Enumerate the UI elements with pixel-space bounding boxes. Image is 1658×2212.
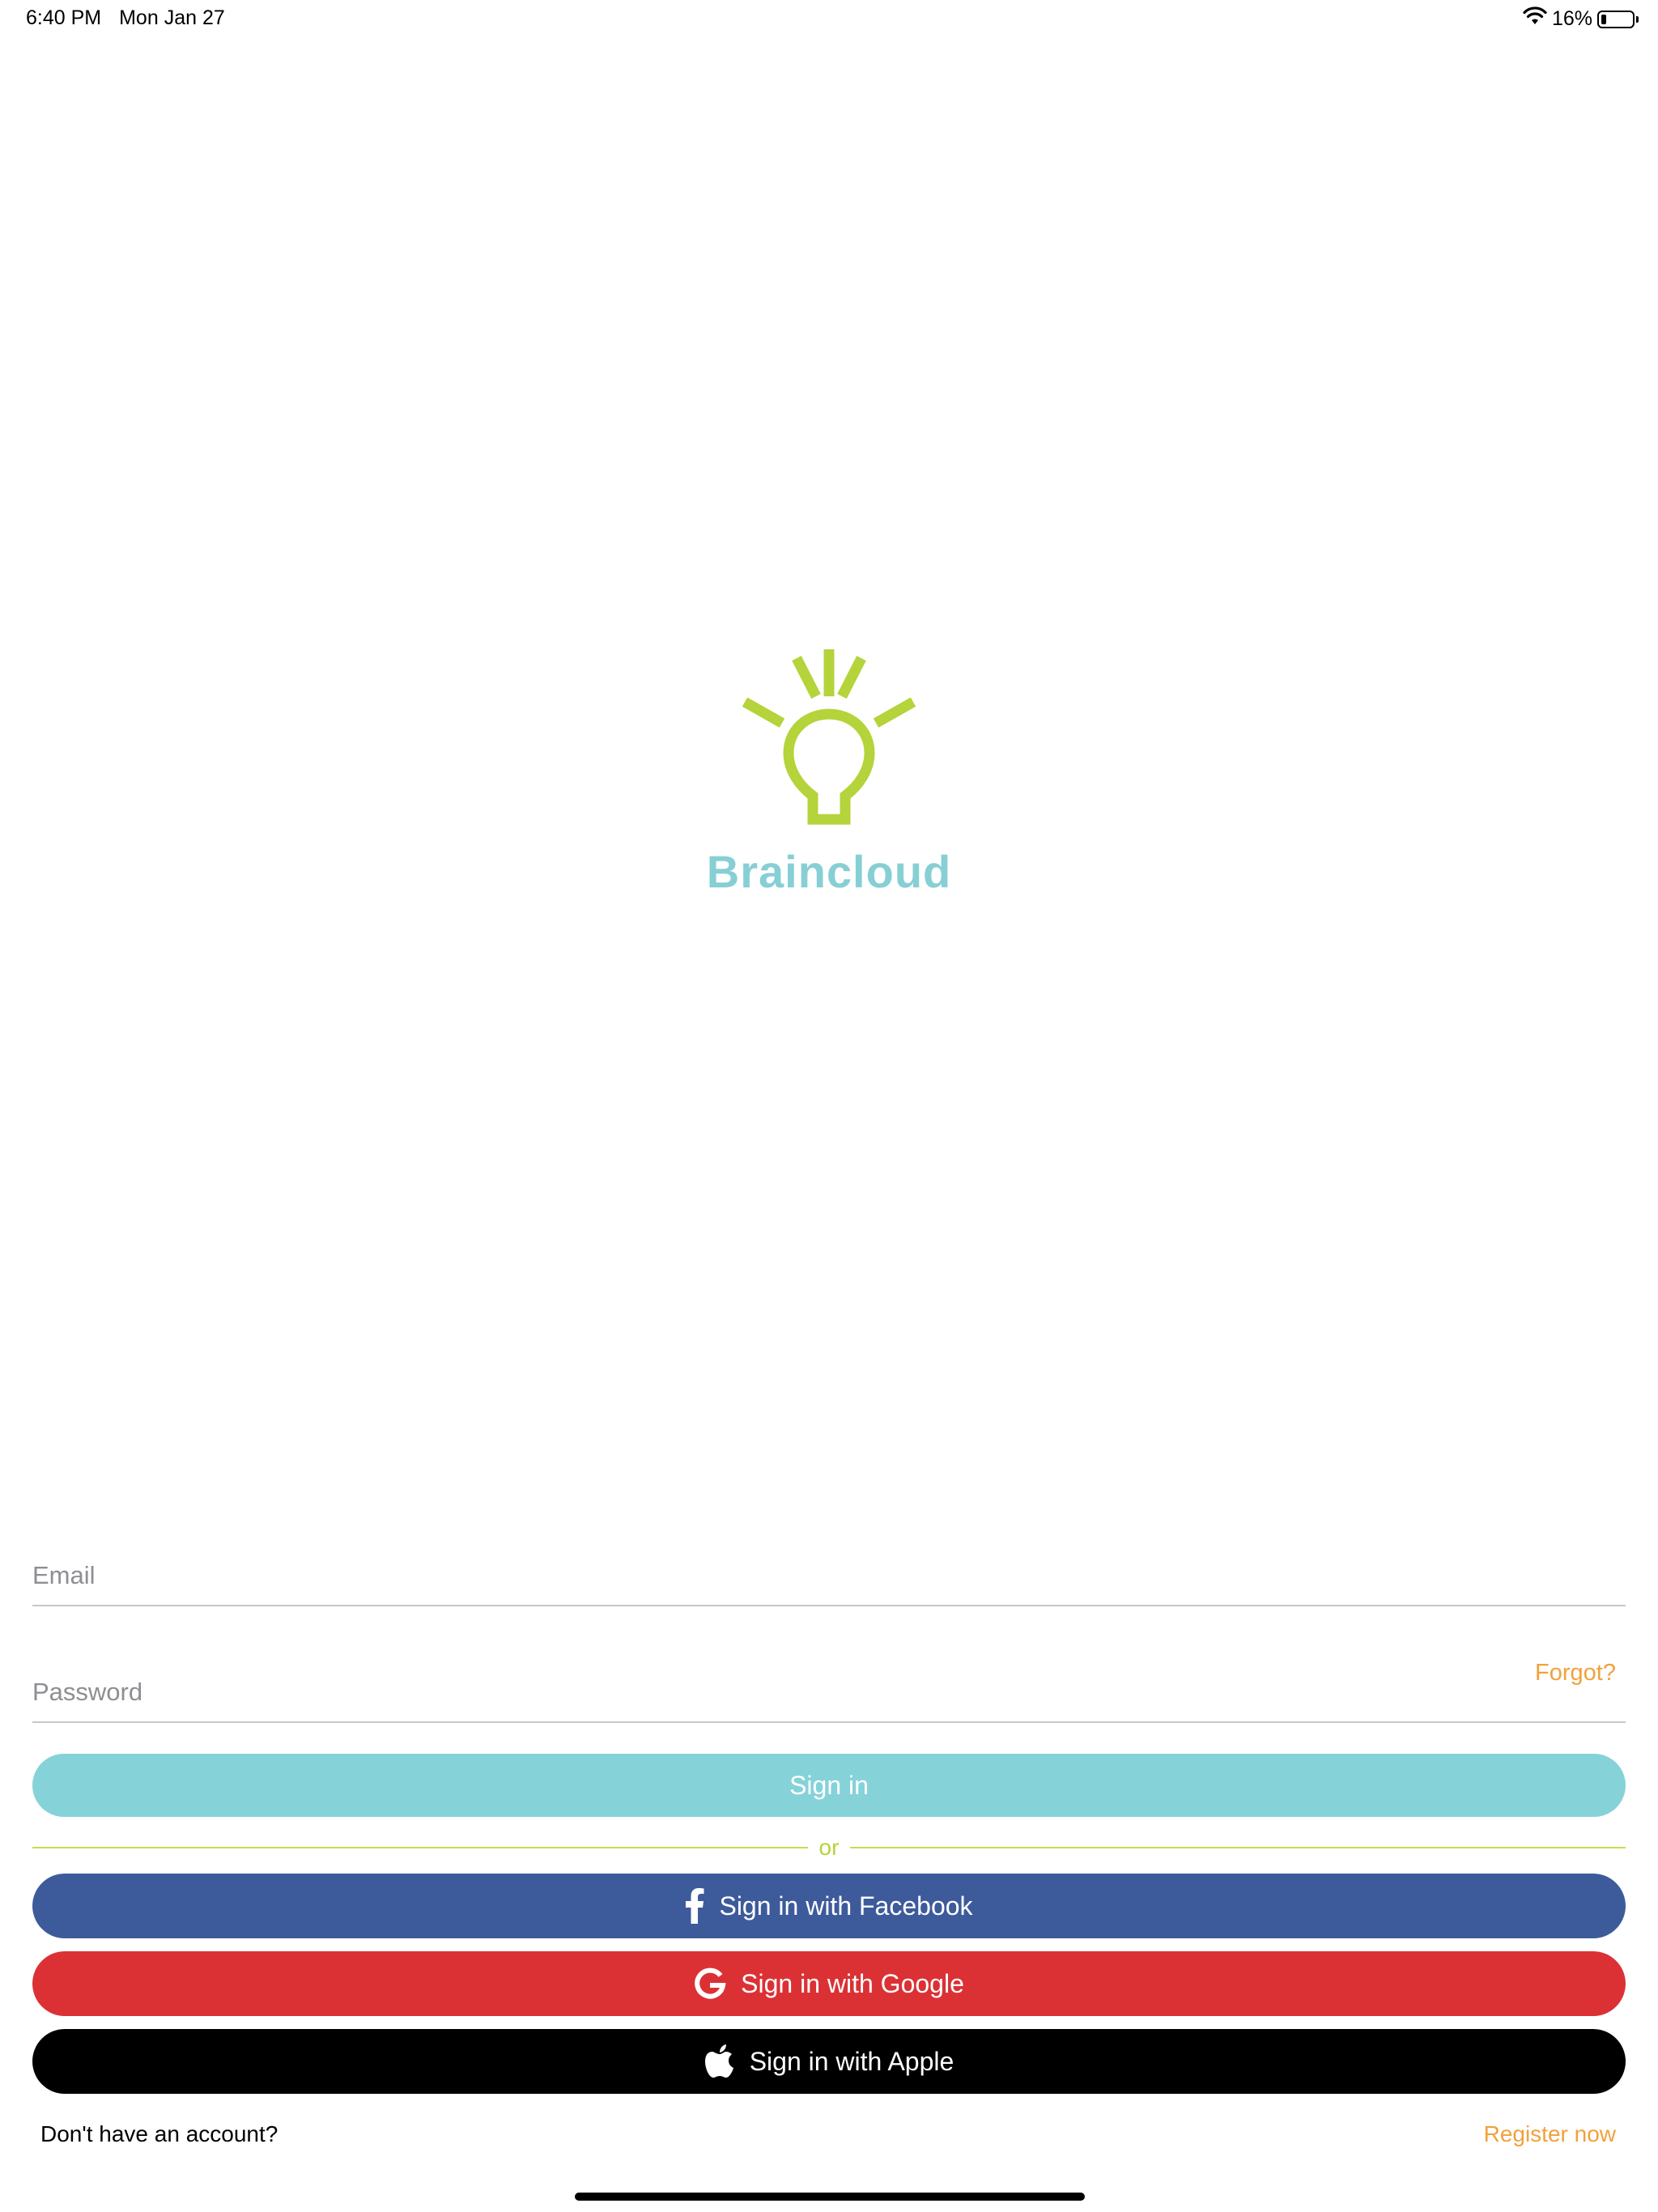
facebook-sign-in-button[interactable]: Sign in with Facebook bbox=[32, 1874, 1626, 1938]
status-date: Mon Jan 27 bbox=[119, 6, 225, 29]
google-sign-in-button[interactable]: Sign in with Google bbox=[32, 1951, 1626, 2016]
battery-icon bbox=[1597, 10, 1635, 28]
facebook-icon bbox=[685, 1888, 704, 1924]
lightbulb-icon bbox=[732, 640, 926, 834]
wifi-icon bbox=[1523, 6, 1547, 32]
sign-in-button[interactable]: Sign in bbox=[32, 1754, 1626, 1817]
status-time: 6:40 PM bbox=[26, 6, 102, 29]
home-indicator[interactable] bbox=[575, 2193, 1085, 2201]
apple-icon bbox=[704, 2044, 735, 2079]
divider-label: or bbox=[818, 1835, 840, 1860]
app-logo: Braincloud bbox=[0, 640, 1658, 898]
battery-percent: 16% bbox=[1551, 7, 1592, 30]
divider-line-left bbox=[32, 1847, 808, 1848]
apple-sign-in-button[interactable]: Sign in with Apple bbox=[32, 2029, 1626, 2094]
sign-in-label: Sign in bbox=[789, 1770, 869, 1800]
divider-line-right bbox=[850, 1847, 1626, 1848]
status-bar-left: 6:40 PM Mon Jan 27 bbox=[26, 6, 225, 30]
register-now-link[interactable]: Register now bbox=[1484, 2121, 1616, 2147]
login-screen: 6:40 PM Mon Jan 27 16% Braincloud Email … bbox=[0, 0, 1658, 2212]
password-input[interactable] bbox=[32, 1678, 1409, 1707]
status-bar-right: 16% bbox=[1523, 6, 1639, 32]
apple-sign-in-label: Sign in with Apple bbox=[749, 2046, 954, 2076]
battery-level bbox=[1601, 14, 1606, 24]
email-input[interactable] bbox=[32, 1561, 1409, 1590]
forgot-password-link[interactable]: Forgot? bbox=[1535, 1660, 1616, 1687]
password-field: Forgot? bbox=[32, 1648, 1626, 1723]
google-icon bbox=[694, 1967, 726, 2000]
no-account-prompt: Don't have an account? bbox=[40, 2121, 278, 2146]
brand-name: Braincloud bbox=[706, 846, 952, 897]
facebook-sign-in-label: Sign in with Facebook bbox=[719, 1891, 973, 1921]
google-sign-in-label: Sign in with Google bbox=[741, 1968, 964, 1998]
email-field bbox=[32, 1532, 1626, 1606]
or-divider: or bbox=[32, 1831, 1626, 1864]
battery-tip bbox=[1636, 15, 1639, 23]
